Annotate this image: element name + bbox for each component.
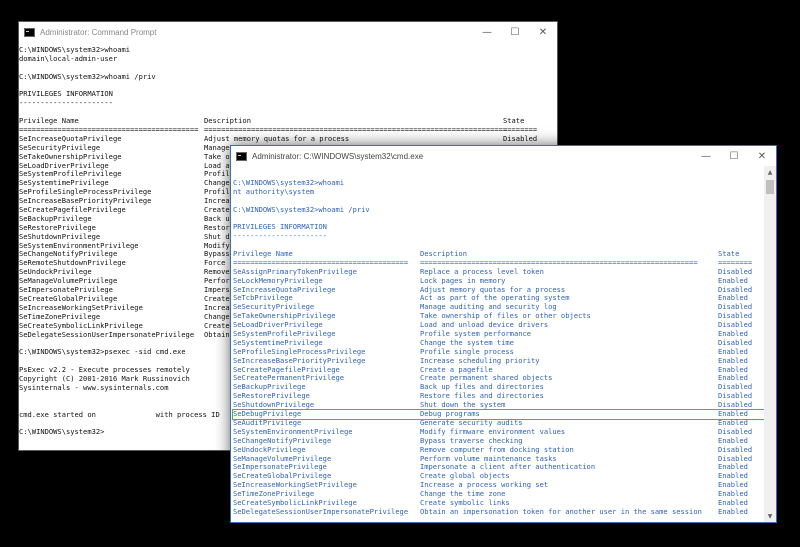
window-title: Administrator: Command Prompt xyxy=(40,27,157,37)
scroll-up-arrow-icon[interactable]: ▲ xyxy=(764,166,776,178)
table-row: SeShutdownPrivilege Shut down the system D… xyxy=(233,400,764,410)
window-title: Administrator: C:\WINDOWS\system32\cmd.e… xyxy=(252,151,424,161)
console-line: domain\local-admin-user xyxy=(19,53,118,63)
cmd-app-icon xyxy=(236,151,247,161)
minimize-button[interactable]: — xyxy=(473,22,501,42)
maximize-button[interactable]: ☐ xyxy=(720,146,748,166)
close-button[interactable]: ✕ xyxy=(748,146,776,166)
console-line: ---------------------- xyxy=(233,231,327,241)
privilege-description: Obtain xyxy=(204,329,230,339)
close-button[interactable]: ✕ xyxy=(529,22,557,42)
console-line: C:\WINDOWS\system32>whoami /priv xyxy=(233,204,370,214)
console-line: ---------------------- xyxy=(19,98,113,108)
privilege-description: Obtain an impersonation token for anothe… xyxy=(420,506,702,516)
vertical-scrollbar[interactable]: ▲ ▼ xyxy=(764,166,776,522)
title-bar[interactable]: Administrator: Command Prompt — ☐ ✕ xyxy=(19,22,557,42)
console-output[interactable]: C:\WINDOWS\system32>whoami nt authority\s… xyxy=(231,166,764,522)
privilege-state: Disabled xyxy=(503,133,538,143)
privilege-name: SeDelegateSessionUserImpersonatePrivileg… xyxy=(233,506,409,516)
console-line: nt authority\system xyxy=(233,186,315,196)
maximize-button[interactable]: ☐ xyxy=(501,22,529,42)
minimize-button[interactable]: — xyxy=(692,146,720,166)
scroll-down-arrow-icon[interactable]: ▼ xyxy=(764,510,776,522)
scroll-thumb[interactable] xyxy=(766,180,774,194)
cmd-app-icon xyxy=(24,27,35,37)
title-bar[interactable]: Administrator: C:\WINDOWS\system32\cmd.e… xyxy=(231,146,776,166)
table-row: SeDelegateSessionUserImpersonatePrivileg… xyxy=(233,506,764,517)
privilege-state: Enabled xyxy=(718,506,748,516)
privilege-name: SeDelegateSessionUserImpersonatePrivileg… xyxy=(19,329,195,339)
command-prompt-window-front[interactable]: Administrator: C:\WINDOWS\system32\cmd.e… xyxy=(230,145,777,523)
console-line: C:\WINDOWS\system32>whoami /priv xyxy=(19,71,156,81)
